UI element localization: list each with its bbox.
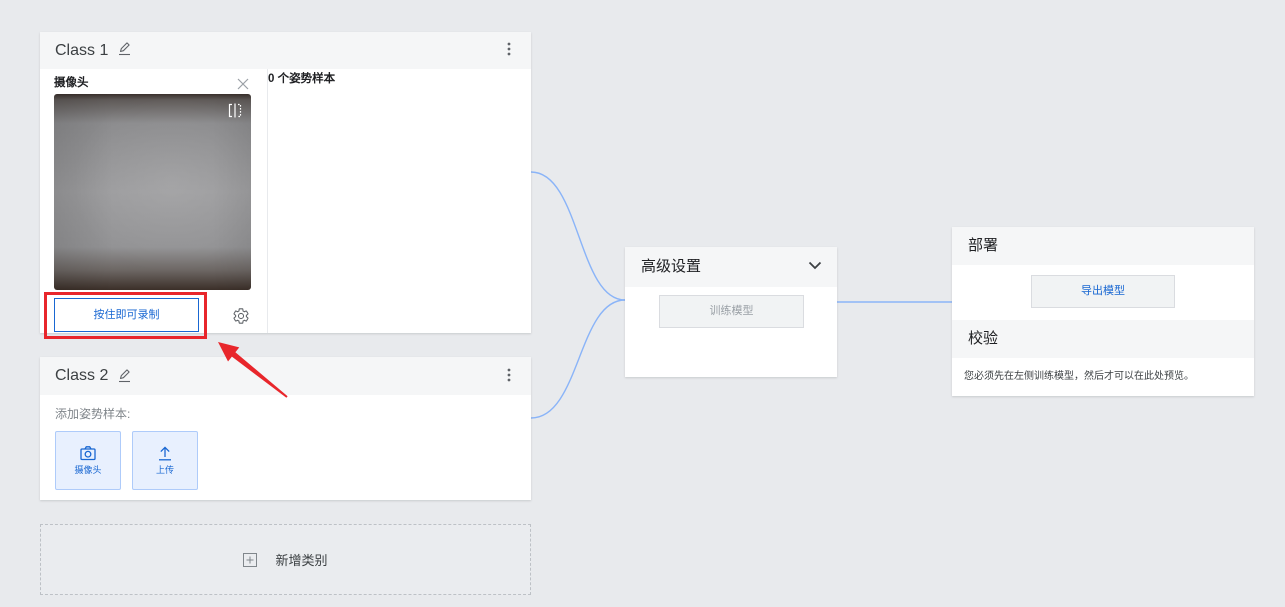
export-title: 部署 [968,237,999,254]
add-box-icon [243,552,258,567]
pencil-icon[interactable] [117,368,132,383]
add-class-button[interactable]: 新增类别 [40,524,531,595]
class-card-1: Class 1 摄像头 按住即可录制 0 个姿势样本 [40,32,531,333]
add-samples-label: 添加姿势样本: [55,407,131,421]
upload-icon [157,445,173,461]
more-vert-icon[interactable] [507,42,511,56]
webcam-source-button[interactable]: 摄像头 [55,431,121,490]
export-header: 部署 [952,227,1254,265]
webcam-panel-title: 摄像头 [54,77,89,89]
sample-count: 0 个姿势样本 [268,73,336,85]
connector-class1-to-training [530,171,626,301]
class-header: Class 2 [40,357,531,395]
more-vert-icon[interactable] [507,368,511,382]
flip-camera-icon[interactable] [228,103,242,118]
preview-title: 校验 [968,330,999,347]
close-icon[interactable] [237,77,249,90]
class-name[interactable]: Class 2 [55,357,108,395]
class-header: Class 1 [40,32,531,69]
gear-icon[interactable] [232,307,250,325]
advanced-settings-label: 高级设置 [641,258,702,275]
train-model-button[interactable]: 训练模型 [659,295,804,328]
export-model-button[interactable]: 导出模型 [1031,275,1175,308]
upload-source-button[interactable]: 上传 [132,431,198,490]
highlight-box [44,292,207,339]
connector-class2-to-training [530,299,626,419]
add-class-label: 新增类别 [275,553,328,568]
source-label: 上传 [155,465,174,475]
camera-icon [80,445,96,461]
source-label: 摄像头 [74,465,102,475]
preview-header: 校验 [952,320,1254,358]
export-card: 部署 导出模型 校验 您必须先在左侧训练模型，然后才可以在此处预览。 [952,227,1254,396]
training-card: 训练 训练模型 高级设置 [625,247,837,377]
class-card-2: Class 2 添加姿势样本: 摄像头 上传 [40,357,531,500]
panel-divider [267,69,268,333]
class-name[interactable]: Class 1 [55,32,108,69]
chevron-down-icon[interactable] [808,258,822,272]
teachable-machine-canvas: Class 1 摄像头 按住即可录制 0 个姿势样本 Class 2 添加姿势样… [0,0,1285,607]
advanced-settings-toggle[interactable]: 高级设置 [625,247,837,287]
pencil-icon[interactable] [117,41,132,56]
preview-message: 您必须先在左侧训练模型，然后才可以在此处预览。 [964,371,1194,382]
webcam-preview [54,94,251,290]
